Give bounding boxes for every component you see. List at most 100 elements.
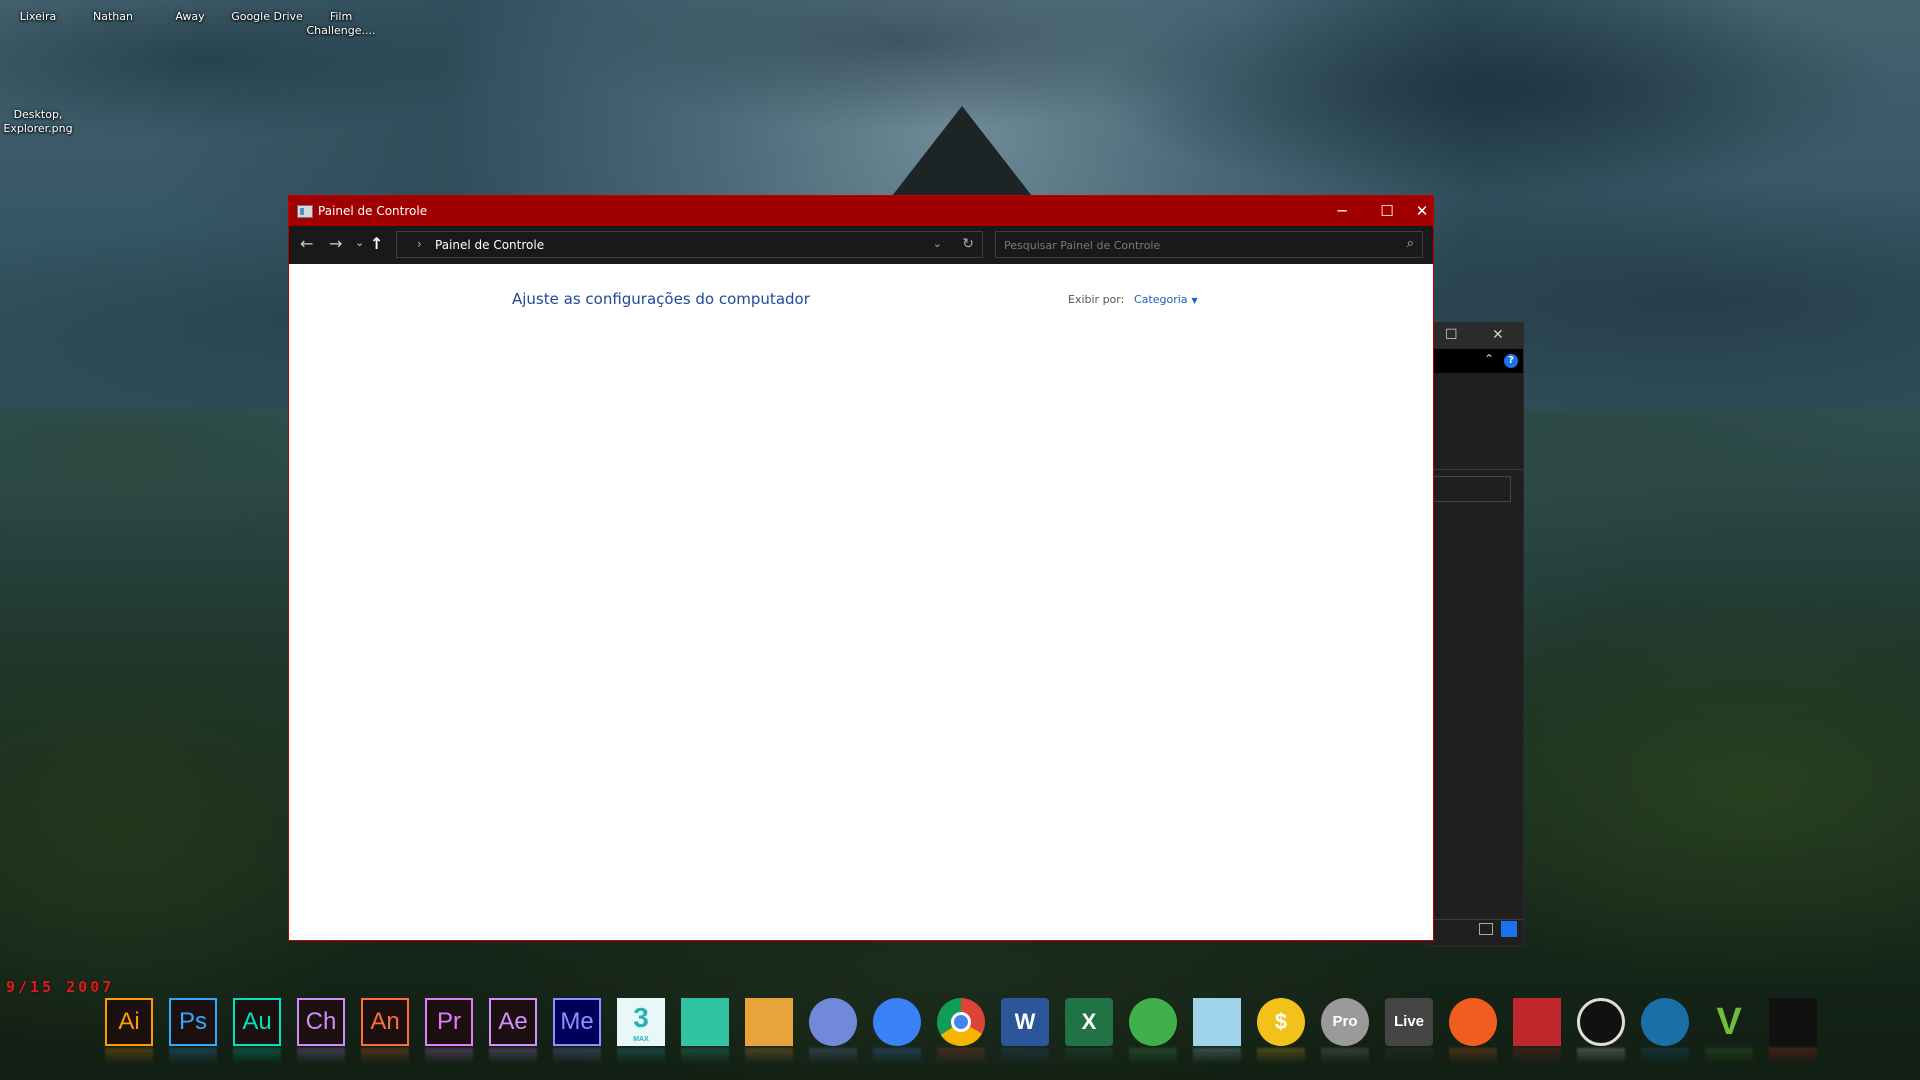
breadcrumb-item[interactable]: Painel de Controle: [435, 238, 544, 252]
details-view-icon[interactable]: [1479, 923, 1493, 935]
page-heading: Ajuste as configurações do computador: [512, 290, 810, 308]
dock-reflection: [169, 1048, 217, 1064]
premiere-icon[interactable]: Pr: [425, 998, 473, 1046]
dock-reflection: [1641, 1048, 1689, 1064]
desktop-icon-label: Google Drive: [231, 10, 303, 23]
view-by-value: Categoria: [1134, 293, 1188, 306]
close-button[interactable]: ✕: [1409, 196, 1435, 226]
dock-reflection: [233, 1048, 281, 1064]
metatrader-icon[interactable]: $: [1257, 998, 1305, 1046]
scrivener-icon[interactable]: [1129, 998, 1177, 1046]
dock-item-label: X: [1081, 1009, 1097, 1034]
dock-item-label: Ae: [498, 1008, 528, 1035]
media-encoder-icon[interactable]: Me: [553, 998, 601, 1046]
desktop-icon-desktop-explorer-png[interactable]: Desktop, Explorer.png: [2, 108, 74, 136]
background-window[interactable]: ☐ ✕ ⌃ ?: [1430, 322, 1524, 947]
desktop-icon-google-drive[interactable]: Google Drive: [231, 10, 303, 24]
desktop-icon-nathan[interactable]: Nathan: [78, 10, 148, 24]
back-button[interactable]: ←: [300, 234, 313, 253]
window-titlebar[interactable]: Painel de Controle ─ ☐ ✕: [289, 196, 1433, 226]
dock-reflection: [489, 1048, 537, 1064]
dock-reflection: [873, 1048, 921, 1064]
dock-reflection: [1257, 1048, 1305, 1064]
after-effects-icon[interactable]: Ae: [489, 998, 537, 1046]
sync-icon[interactable]: [1577, 998, 1625, 1046]
illustrator-icon[interactable]: Ai: [105, 998, 153, 1046]
background-window-titlebar: ☐ ✕: [1431, 323, 1523, 349]
dock-item-label: 3: [633, 1002, 649, 1033]
refresh-icon[interactable]: ↻: [962, 236, 974, 252]
dock-item-sublabel: MAX: [633, 1036, 649, 1043]
dock-reflection: [553, 1048, 601, 1064]
dock-reflection: [1769, 1048, 1817, 1064]
dock-item-label: V: [1716, 1001, 1742, 1043]
dock-item-label: Ps: [178, 1008, 207, 1035]
animate-icon[interactable]: An: [361, 998, 409, 1046]
dock-reflection: [1001, 1048, 1049, 1064]
search-icon[interactable]: ⌕: [1407, 236, 1414, 251]
audition-icon[interactable]: Au: [233, 998, 281, 1046]
dock-reflection: [1513, 1048, 1561, 1064]
background-window-input[interactable]: [1431, 476, 1511, 502]
photoshop-icon[interactable]: Ps: [169, 998, 217, 1046]
dock-reflection: [745, 1048, 793, 1064]
streamlabs-icon[interactable]: [681, 998, 729, 1046]
dock-item-label: W: [1014, 1009, 1036, 1034]
character-animator-icon[interactable]: Ch: [297, 998, 345, 1046]
desktop-icon-recycle-bin[interactable]: Lixeira: [3, 10, 73, 24]
desktop-icon-label: Lixeira: [19, 10, 57, 23]
word-icon[interactable]: W: [1001, 998, 1049, 1046]
pineapple-drink-icon[interactable]: [745, 998, 793, 1046]
notepad-icon[interactable]: [1193, 998, 1241, 1046]
date-overlay: 9/15 2007: [6, 978, 115, 996]
large-icons-view-icon[interactable]: [1501, 921, 1517, 937]
control-panel-window: Painel de Controle ─ ☐ ✕ ← → ⌄ ↑ › Paine…: [288, 195, 1434, 941]
dock-item-label: Pro: [1332, 1013, 1358, 1030]
audacity-icon[interactable]: [1449, 998, 1497, 1046]
search-input[interactable]: [996, 232, 1386, 259]
address-bar[interactable]: › Painel de Controle ⌄ ↻: [396, 231, 983, 258]
background-maximize-button[interactable]: ☐: [1445, 327, 1458, 343]
cloud-upload-icon[interactable]: [873, 998, 921, 1046]
caret-down-icon: ▼: [1191, 296, 1198, 305]
dock-item-label: Ai: [118, 1008, 140, 1035]
dock-item-label: Pr: [437, 1008, 461, 1035]
google-earth-pro-icon[interactable]: Pro: [1321, 998, 1369, 1046]
discord-icon[interactable]: [809, 998, 857, 1046]
help-icon[interactable]: ?: [1504, 354, 1518, 368]
dock-reflection: [1449, 1048, 1497, 1064]
desktop-icon-film-challenge[interactable]: Film Challenge....: [306, 10, 376, 38]
3ds-max-icon[interactable]: 3 MAX: [617, 998, 665, 1046]
background-close-button[interactable]: ✕: [1492, 327, 1504, 343]
minimize-button[interactable]: ─: [1319, 196, 1365, 226]
desktop-icon-label: Film Challenge....: [306, 10, 376, 37]
forward-button[interactable]: →: [329, 234, 342, 253]
search-box[interactable]: ⌕: [995, 231, 1423, 259]
collapse-ribbon-icon[interactable]: ⌃: [1484, 352, 1494, 366]
desktop-icon-label: Nathan: [93, 10, 133, 23]
background-window-ribbon: ⌃ ?: [1431, 349, 1523, 373]
red-box-icon[interactable]: [1513, 998, 1561, 1046]
view-by-dropdown[interactable]: Categoria ▼: [1134, 293, 1198, 306]
chrome-icon[interactable]: [937, 998, 985, 1046]
up-button[interactable]: ↑: [370, 234, 383, 253]
ableton-live-icon[interactable]: Live: [1385, 998, 1433, 1046]
dock-reflection: [1385, 1048, 1433, 1064]
need-for-speed-icon[interactable]: [1769, 998, 1817, 1046]
dock-item-label: Live: [1393, 1013, 1424, 1030]
address-dropdown-icon[interactable]: ⌄: [933, 237, 942, 250]
maximize-button[interactable]: ☐: [1364, 196, 1410, 226]
dock-reflection: [809, 1048, 857, 1064]
dock-reflection: [681, 1048, 729, 1064]
dock-item-label: An: [370, 1008, 400, 1035]
desktop-icon-label: Desktop, Explorer.png: [3, 108, 73, 135]
dock-reflection: [1705, 1048, 1753, 1064]
dock-reflection: [1065, 1048, 1113, 1064]
steam-icon[interactable]: [1641, 998, 1689, 1046]
gta-v-icon[interactable]: V: [1705, 998, 1753, 1046]
pyramid-silhouette: [892, 106, 1032, 196]
excel-icon[interactable]: X: [1065, 998, 1113, 1046]
window-title: Painel de Controle: [318, 204, 428, 218]
recent-locations-button[interactable]: ⌄: [355, 236, 364, 249]
desktop-icon-away[interactable]: Away: [155, 10, 225, 24]
